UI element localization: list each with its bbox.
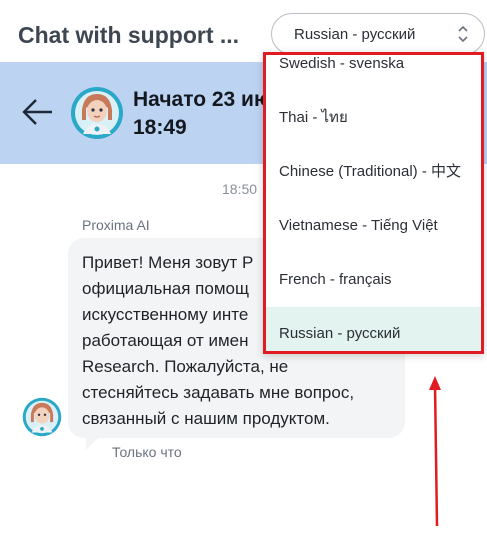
page-title: Chat with support ... <box>18 22 240 48</box>
annotation-arrow <box>429 376 441 527</box>
message-line: связанный с нашим продуктом. <box>82 409 330 428</box>
bot-avatar-icon <box>71 87 123 139</box>
arrow-left-icon[interactable] <box>20 94 56 130</box>
bubble-tail <box>86 436 100 450</box>
chat-header-title: Начато 23 ию 18:49 <box>133 86 272 142</box>
message-sent-ago: Только что <box>112 444 182 460</box>
language-option-swedish[interactable]: Swedish - svenska <box>266 55 481 91</box>
language-option-french[interactable]: French - français <box>266 253 481 307</box>
message-line: Research. Пожалуйста, не <box>82 357 289 376</box>
language-select[interactable]: Russian - русский <box>271 13 485 55</box>
message-line: искусственному инте <box>82 305 249 324</box>
language-option-russian[interactable]: Russian - русский <box>266 307 481 351</box>
language-option-chinese-traditional[interactable]: Chinese (Traditional) - 中文 <box>266 145 481 199</box>
chat-header-title-line1: Начато 23 ию <box>133 88 272 111</box>
message-timestamp: 18:50 <box>222 181 258 197</box>
language-option-thai[interactable]: Thai - ไทย <box>266 91 481 145</box>
language-dropdown: Swedish - svenska Thai - ไทย Chinese (Tr… <box>263 52 484 354</box>
language-option-vietnamese[interactable]: Vietnamese - Tiếng Việt <box>266 199 481 253</box>
bot-avatar-icon <box>22 397 62 437</box>
sender-name: Proxima AI <box>82 217 150 233</box>
chevron-updown-icon <box>458 25 468 43</box>
message-line: Привет! Меня зовут Р <box>82 253 254 272</box>
chat-header-title-line2: 18:49 <box>133 116 187 139</box>
message-line: работающая от имен <box>82 331 249 350</box>
message-line: официальная помощ <box>82 279 249 298</box>
language-select-value: Russian - русский <box>294 26 416 43</box>
message-line: стесняйтесь задавать мне вопрос, <box>82 383 355 402</box>
